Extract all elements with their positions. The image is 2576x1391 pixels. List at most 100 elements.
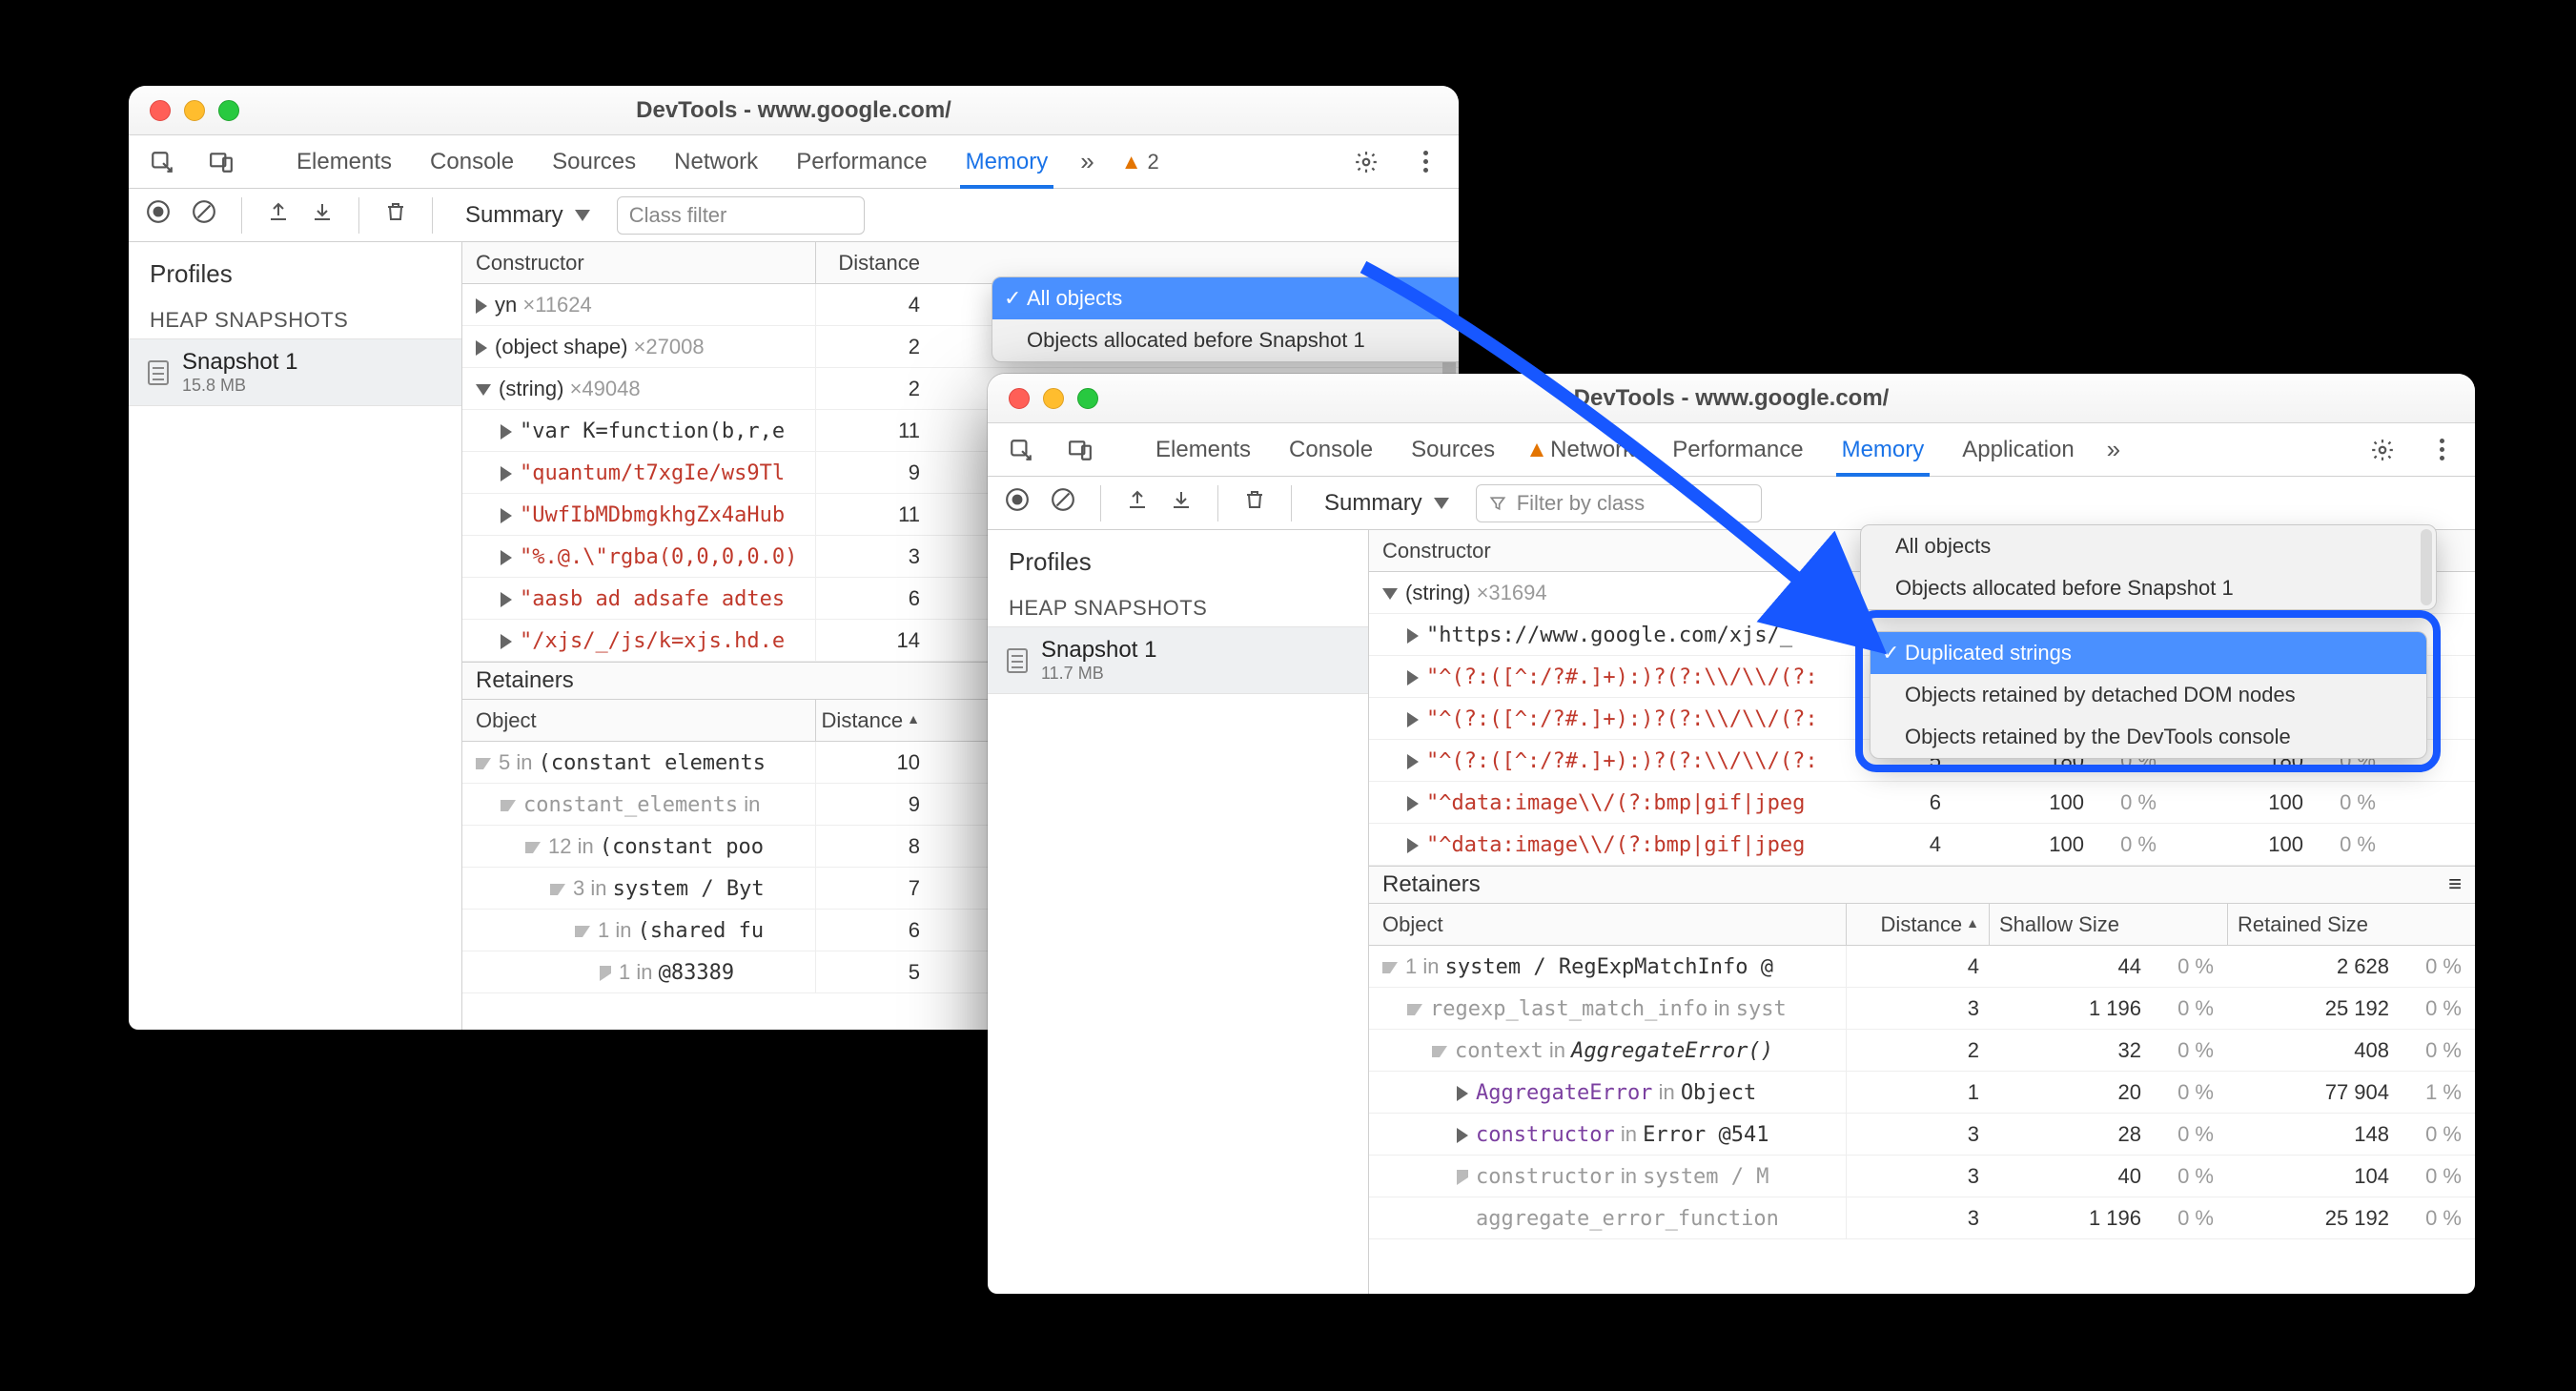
filter-dropdown-new[interactable]: ✓ Duplicated strings Objects retained by… [1870,631,2427,759]
trash-icon[interactable] [1243,488,1266,518]
dropdown-option-before-snapshot[interactable]: Objects allocated before Snapshot 1 [1861,567,2436,609]
col-retained[interactable]: Retained Size [2227,904,2399,945]
tab-performance[interactable]: Performance [790,135,932,188]
tab-sources[interactable]: Sources [1405,423,1501,476]
tab-elements[interactable]: Elements [1150,423,1257,476]
table-row[interactable]: constructor in Error @5413280 %1480 % [1369,1114,2475,1156]
snapshot-size: 15.8 MB [182,376,297,396]
close-icon[interactable] [150,100,171,121]
check-icon: ✓ [1882,641,1899,665]
col-distance[interactable]: Distance [815,700,930,741]
col-distance[interactable]: Distance [1846,904,1989,945]
snapshot-item[interactable]: Snapshot 1 15.8 MB [129,338,461,406]
zoom-icon[interactable] [1077,388,1098,409]
minimize-icon[interactable] [1043,388,1064,409]
dropdown-option-all-objects[interactable]: ✓ All objects [992,277,1459,319]
class-filter-input[interactable]: Filter by class [1476,484,1762,522]
download-icon[interactable] [311,200,334,230]
tab-elements[interactable]: Elements [291,135,398,188]
tab-memory[interactable]: Memory [960,136,1054,189]
tab-network[interactable]: ▲ Network [1527,423,1640,476]
tab-application[interactable]: Application [1956,423,2079,476]
table-row[interactable]: "^data:image\\/(?:bmp|gif|jpeg61000 %100… [1369,782,2475,824]
view-mode-label: Summary [465,202,563,229]
table-row[interactable]: 1 in system / RegExpMatchInfo @4440 %2 6… [1369,946,2475,988]
clear-icon[interactable] [192,199,216,231]
table-row[interactable]: regexp_last_match_info in syst31 1960 %2… [1369,988,2475,1030]
col-constructor[interactable]: Constructor [1369,539,1827,563]
snapshot-item[interactable]: Snapshot 1 11.7 MB [988,626,1368,694]
table-row[interactable]: context in AggregateError()2320 %4080 % [1369,1030,2475,1072]
heap-snapshots-heading: HEAP SNAPSHOTS [129,298,461,338]
sidebar: Profiles HEAP SNAPSHOTS Snapshot 1 15.8 … [129,242,462,1030]
retainers-header: Object Distance Shallow Size Retained Si… [1369,904,2475,946]
sidebar: Profiles HEAP SNAPSHOTS Snapshot 1 11.7 … [988,530,1369,1294]
option-label: Objects retained by the DevTools console [1905,725,2291,749]
minimize-icon[interactable] [184,100,205,121]
dropdown-option-detached-dom[interactable]: Objects retained by detached DOM nodes [1871,674,2426,716]
col-object[interactable]: Object [462,708,815,733]
device-icon[interactable] [205,146,237,178]
placeholder-text: Class filter [629,203,727,228]
snapshot-icon [1007,648,1028,673]
dropdown-option-duplicated-strings[interactable]: ✓ Duplicated strings [1871,632,2426,674]
tab-console[interactable]: Console [1283,423,1379,476]
table-row[interactable]: AggregateError in Object1200 %77 9041 % [1369,1072,2475,1114]
col-object[interactable]: Object [1369,912,1846,937]
tabs-overflow[interactable]: » [1080,147,1094,176]
tab-performance[interactable]: Performance [1666,423,1809,476]
memory-toolbar: Summary Class filter [129,189,1459,242]
col-shallow[interactable]: Shallow Size [1989,904,2151,945]
dropdown-option-all-objects[interactable]: All objects [1861,525,2436,567]
col-distance[interactable]: Distance [815,242,930,283]
filter-dropdown-top[interactable]: All objects Objects allocated before Sna… [1860,524,2437,610]
download-icon[interactable] [1170,488,1193,518]
record-icon[interactable] [146,199,171,231]
tab-label: Network [1550,437,1634,463]
dropdown-option-before-snapshot[interactable]: Objects allocated before Snapshot 1 [992,319,1459,361]
zoom-icon[interactable] [218,100,239,121]
inspect-icon[interactable] [1005,434,1037,466]
snapshot-name: Snapshot 1 [182,349,297,376]
class-filter-input[interactable]: Class filter [617,196,865,235]
clear-icon[interactable] [1051,487,1075,519]
retainers-menu-icon[interactable]: ≡ [2448,871,2462,898]
profiles-heading: Profiles [129,242,461,298]
tab-sources[interactable]: Sources [546,135,642,188]
kebab-icon[interactable] [1409,146,1441,178]
gear-icon[interactable] [1350,146,1382,178]
upload-icon[interactable] [267,200,290,230]
filter-icon [1488,494,1507,513]
kebab-icon[interactable] [2425,434,2458,466]
filter-dropdown[interactable]: ✓ All objects Objects allocated before S… [992,276,1459,362]
tab-network[interactable]: Network [668,135,764,188]
option-label: Objects retained by detached DOM nodes [1905,683,2296,707]
inspect-icon[interactable] [146,146,178,178]
table-row[interactable]: "^data:image\\/(?:bmp|gif|jpeg41000 %100… [1369,824,2475,866]
col-constructor[interactable]: Constructor [462,251,815,276]
tab-console[interactable]: Console [424,135,520,188]
tabs-overflow[interactable]: » [2107,435,2120,464]
record-icon[interactable] [1005,487,1030,519]
close-icon[interactable] [1009,388,1030,409]
warning-badge[interactable]: ▲ 2 [1121,150,1159,174]
window-title: DevTools - www.google.com/ [988,385,2475,412]
option-label: Objects allocated before Snapshot 1 [1895,576,2234,601]
trash-icon[interactable] [384,200,407,230]
table-row[interactable]: aggregate_error_function 31 1960 %25 192… [1369,1197,2475,1239]
warning-icon: ▲ [1525,437,1548,463]
placeholder-text: Filter by class [1517,491,1645,516]
device-icon[interactable] [1064,434,1096,466]
upload-icon[interactable] [1126,488,1149,518]
view-mode-select[interactable]: Summary [1324,490,1455,517]
snapshot-icon [148,360,169,385]
gear-icon[interactable] [2366,434,2399,466]
option-label: Duplicated strings [1905,641,2072,665]
table-row[interactable]: constructor in system / M3400 %1040 % [1369,1156,2475,1197]
dropdown-option-devtools-console[interactable]: Objects retained by the DevTools console [1871,716,2426,758]
profiles-heading: Profiles [988,530,1368,586]
scrollbar[interactable] [2421,529,2432,605]
tab-memory[interactable]: Memory [1836,424,1931,477]
panel-tabs: Elements Console Sources Network Perform… [129,135,1459,189]
view-mode-select[interactable]: Summary [465,202,596,229]
